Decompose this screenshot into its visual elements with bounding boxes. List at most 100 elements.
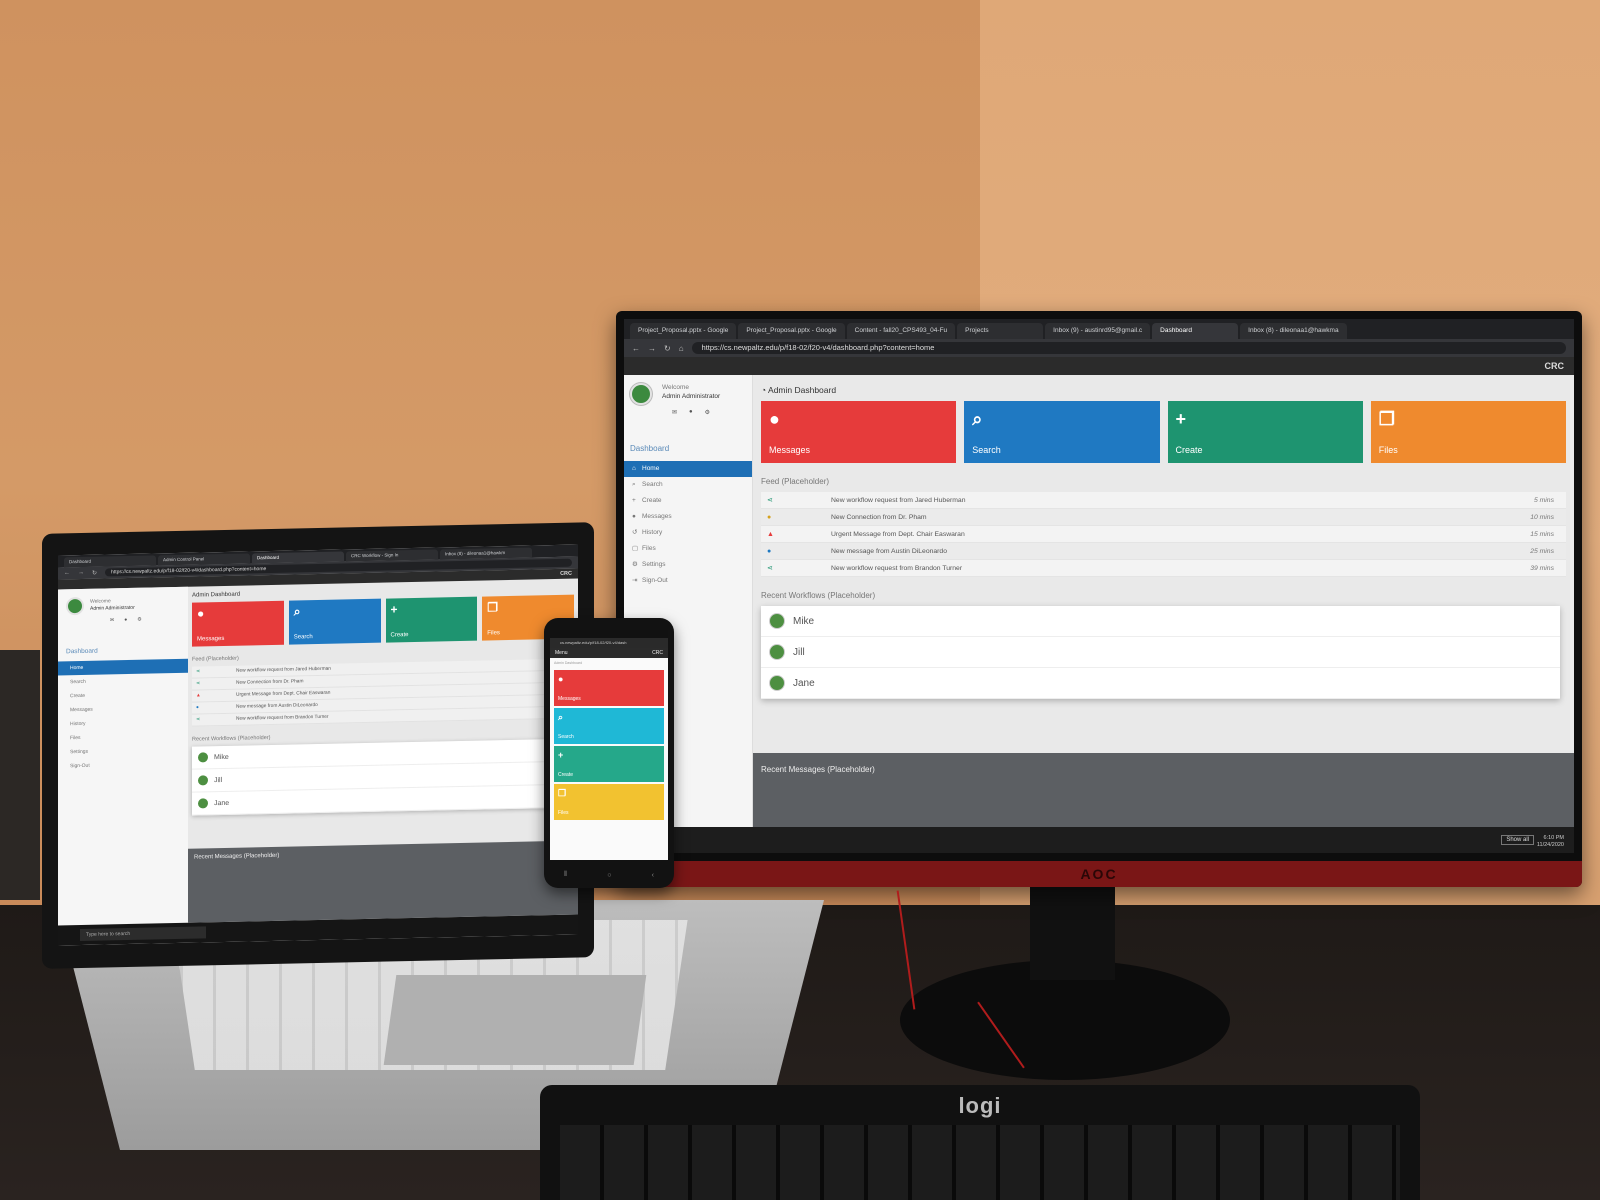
gear-icon[interactable]: ⚙ [137,617,141,623]
sidebar-item-settings[interactable]: ⚙ Settings [624,557,752,573]
phone-nav-bar: ⦀ ○ ‹ [544,868,674,882]
welcome-label: Welcome [662,384,689,391]
sidebar-item-home[interactable]: ⌂ Home [624,461,752,477]
feed-row[interactable]: ▲ Urgent Message from Dept. Chair Easwara… [761,526,1566,543]
browser-tab[interactable]: Admin Control Panel [158,553,250,566]
browser-tab[interactable]: Dashboard [64,555,156,568]
browser-tab[interactable]: Content - fall20_CPS493_04-Fu [846,323,956,339]
sidebar-item-search[interactable]: ⌕ Search [624,477,752,493]
search-tile[interactable]: ⌕ Search [964,401,1160,463]
back-icon[interactable]: ‹ [652,872,654,879]
home-icon: ⌂ [632,465,636,472]
sidebar-item-create[interactable]: + Create [624,493,752,509]
home-button-icon[interactable]: ○ [607,872,611,879]
feed-text: New message from Austin DiLeonardo [831,547,947,555]
forward-icon[interactable]: → [78,570,84,576]
menu-button[interactable]: Menu [555,648,568,658]
app-badge: CRC [624,357,1574,375]
messages-tile[interactable]: ● Messages [192,600,284,647]
sidebar-item-label: Home [642,465,660,472]
share-icon: ⋖ [196,669,201,675]
sidebar-item-label: Sign-Out [642,577,668,584]
gear-icon[interactable]: ⚙ [705,409,710,416]
forward-icon[interactable]: → [648,344,656,353]
laptop: Dashboard Admin Control Panel Dashboard … [42,522,594,969]
feed-text: New workflow request from Brandon Turner [236,714,329,722]
browser-tab[interactable]: Project_Proposal.pptx - Google [630,323,737,339]
browser-tab[interactable]: Projects [957,323,1044,339]
url-field[interactable]: cs.newpaltz.edu/p/f18-02/f20-v4/dash [550,638,668,648]
sidebar-item-history[interactable]: ↺ History [624,525,752,541]
sidebar-header: Dashboard [630,444,670,453]
messages-tile[interactable]: ● Messages [554,670,664,706]
page-title: Admin Dashboard [554,661,583,665]
create-tile[interactable]: + Create [385,596,478,643]
reload-icon[interactable]: ↻ [92,569,97,576]
page-title-text: Admin Dashboard [768,385,837,395]
history-icon: ↺ [632,529,638,536]
search-icon: ⌕ [558,712,564,722]
feed-row[interactable]: ⋖ New workflow request from Brandon Turne… [761,560,1566,577]
recents-icon[interactable]: ⦀ [564,871,567,879]
sidebar-item-label: Search [642,481,663,488]
user-icon[interactable]: ● [124,617,127,623]
show-all-button[interactable]: Show all [1501,835,1534,845]
search-tile[interactable]: ⌕ Search [554,708,664,744]
feed-time: 15 mins [1530,530,1554,538]
envelope-icon[interactable]: ✉ [110,617,114,623]
user-icon[interactable]: ● [689,409,693,416]
browser-tab[interactable]: Inbox (8) - dileonaa1@hawkm [440,547,532,560]
browser-tab[interactable]: Inbox (8) - dileonaa1@hawkma [1240,323,1347,339]
feed-row[interactable]: ● New Connection from Dr. Pham 10 mins [761,509,1566,526]
search-icon: ⌕ [293,604,301,619]
feed-text: Urgent Message from Dept. Chair Easwaran [831,530,965,538]
comment-icon: ● [558,674,564,684]
files-icon: ❐ [1378,409,1395,429]
files-tile[interactable]: ❐ Files [554,784,664,820]
browser-tab[interactable]: Inbox (9) - austinrd95@gmail.c [1045,323,1151,339]
feed-row[interactable]: ⋖ New workflow request from Jared Huberma… [761,492,1566,509]
clock-time: 6:10 PM [1543,835,1564,841]
tile-label: Messages [558,696,581,702]
comment-icon: ● [767,547,772,555]
back-icon[interactable]: ← [64,570,70,576]
sidebar-item-sign-out[interactable]: ⇥ Sign-Out [624,573,752,589]
url-field[interactable]: https://cs.newpaltz.edu/p/f18-02/f20-v4/… [691,342,1566,354]
files-icon: ❐ [558,788,567,798]
files-icon: ❐ [487,600,499,615]
comment-icon: ● [197,606,205,621]
sidebar-item-messages[interactable]: ● Messages [624,509,752,525]
feed-row[interactable]: ● New message from Austin DiLeonardo 25 mi… [761,543,1566,560]
photo-scene: Project_Proposal.pptx - Google Project_P… [0,0,1600,1200]
plus-icon: + [1175,409,1187,429]
browser-tab-active[interactable]: Dashboard [1152,323,1239,339]
workflow-row[interactable]: Mike [761,606,1560,637]
search-tile[interactable]: ⌕ Search [288,598,381,645]
back-icon[interactable]: ← [632,344,640,353]
share-icon: ⋖ [196,717,201,723]
keyboard-keys [560,1125,1400,1200]
create-tile[interactable]: + Create [1167,401,1363,463]
messages-title: Recent Messages (Placeholder) [761,765,875,774]
taskbar-search[interactable]: Type here to search [80,926,206,941]
feed-text: New workflow request from Brandon Turner [831,564,963,572]
sidebar-item-label: Messages [642,513,672,520]
envelope-icon[interactable]: ✉ [672,409,677,416]
tile-label: Create [390,632,409,639]
sidebar-item-sign-out[interactable]: Sign-Out [58,757,188,774]
workflow-row[interactable]: Jill [761,637,1560,668]
feed-text: New workflow request from Jared Huberman [831,496,966,504]
create-tile[interactable]: + Create [554,746,664,782]
sidebar-item-files[interactable]: ▢ Files [624,541,752,557]
workflow-name: Jane [214,799,230,807]
phone-screen: cs.newpaltz.edu/p/f18-02/f20-v4/dash Men… [550,630,668,860]
workflow-name: Jill [793,646,805,658]
reload-icon[interactable]: ↻ [664,344,671,353]
files-tile[interactable]: ❐ Files [1370,401,1566,463]
workflow-row[interactable]: Jane [761,668,1560,699]
browser-tab-active[interactable]: Dashboard [252,551,344,564]
messages-tile[interactable]: ● Messages [761,401,957,463]
home-icon[interactable]: ⌂ [679,344,684,353]
browser-tab[interactable]: Project_Proposal.pptx - Google [738,323,845,339]
browser-tab[interactable]: CRC Workflow - Sign In [346,549,438,562]
